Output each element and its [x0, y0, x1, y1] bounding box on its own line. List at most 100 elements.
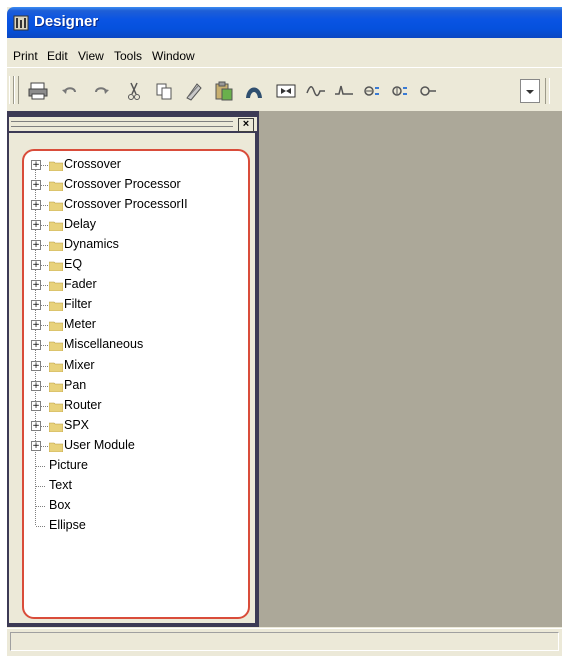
title-bar[interactable]: Designer: [7, 7, 562, 38]
menu-window[interactable]: Window: [152, 49, 195, 63]
cut-icon[interactable]: [123, 80, 145, 102]
expand-icon[interactable]: +: [31, 440, 41, 451]
folder-icon: [48, 180, 64, 192]
folder-icon: [48, 220, 64, 232]
expand-icon[interactable]: +: [31, 220, 41, 231]
tree-folder-item[interactable]: + Crossover: [31, 155, 231, 175]
redo-icon[interactable]: [91, 80, 113, 102]
tree-folder-label: Filter: [64, 297, 92, 312]
status-bar: [7, 628, 562, 653]
tree-leaf-item[interactable]: Ellipse: [35, 516, 225, 536]
tree-leaf-label: Text: [49, 477, 72, 492]
tree-connector: [41, 365, 48, 367]
paste-icon[interactable]: [183, 80, 205, 102]
tree-folder-item[interactable]: + Miscellaneous: [31, 335, 231, 355]
tree-folder-item[interactable]: + Mixer: [31, 356, 231, 376]
signal-icon[interactable]: [333, 80, 355, 102]
panel-grip[interactable]: [11, 121, 233, 127]
connector-icon[interactable]: [417, 80, 439, 102]
tree-connector: [36, 485, 45, 487]
menu-edit[interactable]: Edit: [47, 49, 68, 63]
tree-leaf-label: Picture: [49, 457, 88, 472]
folder-icon: [48, 200, 64, 212]
folder-icon: [48, 160, 64, 172]
tree-connector: [41, 165, 48, 166]
tree-connector: [41, 285, 48, 287]
expand-icon[interactable]: +: [31, 300, 41, 311]
tree-folder-label: Meter: [64, 317, 96, 332]
menu-tools[interactable]: Tools: [114, 49, 142, 63]
tree-folder-item[interactable]: + Pan: [31, 376, 231, 396]
curve-icon[interactable]: [243, 80, 265, 102]
tree-folder-item[interactable]: + Dynamics: [31, 235, 231, 255]
tree-folder-item[interactable]: + SPX: [31, 416, 231, 436]
expand-icon[interactable]: +: [31, 180, 41, 191]
status-field: [10, 632, 559, 651]
tree-folder-label: Crossover Processor: [64, 177, 181, 192]
undo-icon[interactable]: [59, 80, 81, 102]
tree-connector: [36, 465, 45, 467]
menu-view[interactable]: View: [78, 49, 104, 63]
tree-folder-item[interactable]: + Crossover Processor: [31, 175, 231, 195]
expand-icon[interactable]: +: [31, 280, 41, 291]
folder-icon: [48, 361, 64, 372]
tree-connector: [41, 205, 48, 207]
tree-folder-item[interactable]: + Filter: [31, 295, 231, 315]
tree-folder-item[interactable]: + Router: [31, 396, 231, 416]
expand-icon[interactable]: +: [31, 200, 41, 211]
print-icon[interactable]: [27, 80, 49, 102]
wave-icon[interactable]: [305, 80, 327, 102]
panel-header[interactable]: ×: [9, 117, 257, 132]
tree-connector: [41, 225, 48, 227]
component-tree[interactable]: + Crossover + Crossover Processor + Crossover…: [22, 149, 250, 619]
mixer-icon[interactable]: [275, 80, 297, 102]
tree-folder-label: Pan: [64, 377, 87, 392]
folder-icon: [48, 260, 64, 272]
tree-folder-item[interactable]: + User Module: [31, 436, 231, 456]
tree-folder-label: Crossover ProcessorII: [64, 197, 188, 212]
folder-icon: [48, 381, 64, 392]
design-workspace[interactable]: [259, 111, 562, 627]
tree-folder-label: EQ: [64, 257, 83, 272]
expand-icon[interactable]: +: [31, 240, 41, 251]
expand-icon[interactable]: +: [31, 260, 41, 271]
toolbar-grip-2[interactable]: [14, 76, 19, 104]
tree-connector: [36, 505, 45, 507]
clipboard-icon[interactable]: [213, 80, 235, 102]
tree-folder-label: Crossover: [64, 157, 121, 171]
expand-icon[interactable]: +: [31, 380, 41, 391]
expand-icon[interactable]: +: [31, 400, 41, 411]
tree-leaf-item[interactable]: Text: [35, 476, 225, 496]
tree-connector: [41, 265, 48, 267]
tree-folder-item[interactable]: + Delay: [31, 215, 231, 235]
tree-connector: [41, 305, 48, 307]
close-icon[interactable]: ×: [238, 118, 254, 132]
toolbar-separator: [545, 78, 550, 104]
tree-leaf-item[interactable]: Box: [35, 496, 225, 516]
output-icon[interactable]: [389, 80, 411, 102]
tree-folder-item[interactable]: + Meter: [31, 315, 231, 335]
tree-folder-label: SPX: [64, 417, 90, 432]
tree-folder-label: Delay: [64, 217, 96, 232]
tree-leaf-item[interactable]: Picture: [35, 456, 225, 476]
tree-leaf-label: Ellipse: [49, 517, 86, 532]
tree-folder-item[interactable]: + Fader: [31, 275, 231, 295]
tree-connector: [41, 185, 48, 187]
copy-icon[interactable]: [153, 80, 175, 102]
input-icon[interactable]: [361, 80, 383, 102]
tree-folder-item[interactable]: + Crossover ProcessorII: [31, 195, 231, 215]
expand-icon[interactable]: +: [31, 420, 41, 431]
menu-bar: Print Edit View Tools Window: [7, 46, 562, 66]
menu-print[interactable]: Print: [13, 49, 38, 63]
expand-icon[interactable]: +: [31, 160, 41, 170]
tree-folder-label: Miscellaneous: [64, 337, 144, 352]
tree-folder-item[interactable]: + EQ: [31, 255, 231, 275]
tree-connector: [41, 325, 48, 327]
expand-icon[interactable]: +: [31, 360, 41, 371]
expand-icon[interactable]: +: [31, 320, 41, 331]
expand-icon[interactable]: +: [31, 340, 41, 351]
tree-connector: [41, 345, 48, 347]
dropdown-icon[interactable]: [520, 79, 540, 103]
tree-folder-label: Dynamics: [64, 237, 119, 252]
tree-connector: [36, 525, 45, 527]
